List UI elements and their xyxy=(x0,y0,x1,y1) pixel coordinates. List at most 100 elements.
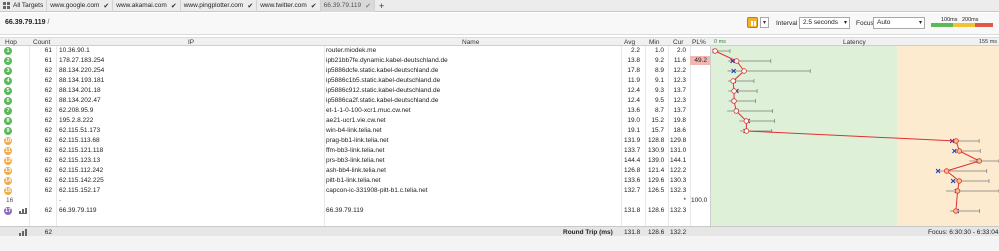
table-row[interactable]: 11 62 62.115.121.118 ffm-bb3-link.telia.net… xyxy=(0,146,710,155)
hop-ip: 62.208.95.9 xyxy=(59,107,94,114)
hop-name: ae21-ucr1.vie.cw.net xyxy=(326,117,386,124)
table-row[interactable]: 12 62 62.115.123.13 prs-bb3-link.telia.net 1… xyxy=(0,156,710,165)
col-hop[interactable]: Hop xyxy=(5,39,17,46)
legend-red-bar xyxy=(975,23,993,27)
hop-count: 62 xyxy=(44,77,52,84)
hop-cur: 11.6 xyxy=(673,57,686,64)
col-count[interactable]: Count xyxy=(33,39,50,46)
hop-count: 62 xyxy=(44,167,52,174)
check-icon[interactable]: ✔ xyxy=(365,2,371,10)
hop-name: ash-bb4-link.telia.net xyxy=(326,167,386,174)
col-avg[interactable]: Avg xyxy=(624,39,635,46)
table-row[interactable]: 4 62 88.134.193.181 ip5886c1b5.static.kabel… xyxy=(0,76,710,85)
table-row[interactable]: 17 62 66.39.79.119 66.39.79.119 131.8 128.6 13… xyxy=(0,206,710,215)
col-latency[interactable]: Latency xyxy=(843,39,866,46)
hop-avg: 126.8 xyxy=(624,167,641,174)
hop-number-badge: 14 xyxy=(4,177,12,185)
hop-number-badge: 2 xyxy=(4,57,12,65)
hop-name: capcon-ic-331908-pitt-b1.c.telia.net xyxy=(326,187,428,194)
tab-label: All Targets xyxy=(13,2,44,9)
table-row[interactable]: 3 62 88.134.220.254 ip5886dcfe.static.kabel… xyxy=(0,66,710,75)
table-row[interactable]: 9 62 62.115.51.173 win-b4-link.telia.net 19.… xyxy=(0,126,710,135)
focus-select[interactable]: Auto ▾ xyxy=(873,17,925,29)
hop-count: 62 xyxy=(44,187,52,194)
hop-min: 15.2 xyxy=(651,117,664,124)
toolbar: 66.39.79.119 / ▾ Interval 2.5 seconds ▾ F… xyxy=(0,13,999,35)
tab-target[interactable]: www.google.com ✔ xyxy=(47,0,114,12)
hop-cur: 130.3 xyxy=(670,177,687,184)
hop-count: 62 xyxy=(44,177,52,184)
hop-avg: 131.9 xyxy=(624,137,641,144)
interval-select[interactable]: 2.5 seconds ▾ xyxy=(799,17,850,29)
hop-count: 61 xyxy=(44,57,52,64)
hop-ip: - xyxy=(59,197,62,204)
table-row[interactable]: 1 61 10.36.90.1 router.miodek.me 2.2 1.0 2.0 xyxy=(0,46,710,55)
hop-name: router.miodek.me xyxy=(326,47,377,54)
tab-target[interactable]: www.akamai.com ✔ xyxy=(113,0,181,12)
hop-number-badge: 6 xyxy=(4,97,12,105)
tab-target[interactable]: www.twitter.com ✔ xyxy=(257,0,321,12)
tab-target-active[interactable]: 66.39.79.119 ✔ xyxy=(320,0,376,12)
interval-label: Interval xyxy=(776,20,798,27)
hop-min: 15.7 xyxy=(651,127,664,134)
hop-number: 16 xyxy=(6,197,14,204)
table-row[interactable]: 2 61 178.27.183.254 ipb21bb7fe.dynamic.kabe… xyxy=(0,56,710,65)
column-header-row: Hop Count IP Name Avg Min Cur PL% 0 ms L… xyxy=(0,37,999,46)
hop-ip: 62.115.121.118 xyxy=(59,147,104,154)
hop-cur: 12.2 xyxy=(673,67,686,74)
chevron-down-icon: ▾ xyxy=(843,20,847,26)
hop-name: prag-bb1-link.telia.net xyxy=(326,137,389,144)
hop-avg: 133.6 xyxy=(624,177,641,184)
hop-avg: 132.7 xyxy=(624,187,641,194)
hop-name: ip5886ca2f.static.kabel-deutschland.de xyxy=(326,97,439,104)
check-icon[interactable]: ✔ xyxy=(103,2,109,10)
round-trip-label: Round Trip (ms) xyxy=(563,229,613,236)
hop-min: 9.1 xyxy=(654,77,664,84)
hop-name: ipb21bb7fe.dynamic.kabel-deutschland.de xyxy=(326,57,448,64)
table-row[interactable]: 5 62 88.134.201.18 ip5886c912.static.kabel-… xyxy=(0,86,710,95)
hop-cur: 131.0 xyxy=(670,147,687,154)
col-min[interactable]: Min xyxy=(649,39,659,46)
check-icon[interactable]: ✔ xyxy=(311,2,317,10)
col-name[interactable]: Name xyxy=(462,39,479,46)
table-row[interactable]: 15 62 62.115.152.17 capcon-ic-331908-pitt-b… xyxy=(0,186,710,195)
hop-number-badge: 15 xyxy=(4,187,12,195)
hop-count: 62 xyxy=(44,127,52,134)
add-tab-button[interactable]: + xyxy=(375,0,388,12)
hop-cur: 18.6 xyxy=(673,127,686,134)
col-ip[interactable]: IP xyxy=(188,39,194,46)
table-row[interactable]: 6 62 88.134.202.47 ip5886ca2f.static.kabel-… xyxy=(0,96,710,105)
hop-count: 62 xyxy=(44,137,52,144)
hop-name: prs-bb3-link.telia.net xyxy=(326,157,385,164)
tab-all-targets[interactable]: All Targets xyxy=(0,0,48,12)
grid-icon xyxy=(3,2,10,9)
tab-label: www.google.com xyxy=(50,2,100,9)
tab-target[interactable]: www.pingplotter.com ✔ xyxy=(181,0,258,12)
hop-number-badge: 12 xyxy=(4,157,12,165)
table-row[interactable]: 7 62 62.208.95.9 et-1-1-0-100-xcr1.muc.cw.n… xyxy=(0,106,710,115)
hop-cur: * xyxy=(683,197,686,204)
summary-cur: 132.2 xyxy=(670,229,687,236)
hop-number-badge: 5 xyxy=(4,87,12,95)
pause-button[interactable] xyxy=(747,17,758,28)
dropdown-menu-button[interactable]: ▾ xyxy=(760,17,769,28)
tab-label: 66.39.79.119 xyxy=(323,2,362,9)
summary-min: 128.6 xyxy=(648,229,665,236)
table-row[interactable]: 13 62 62.115.112.242 ash-bb4-link.telia.net… xyxy=(0,166,710,175)
hop-number-badge: 3 xyxy=(4,67,12,75)
summary-row: 62 Round Trip (ms) 131.8 128.6 132.2 Foc… xyxy=(0,226,999,236)
hop-name: ip5886dcfe.static.kabel-deutschland.de xyxy=(326,67,439,74)
table-row[interactable]: 14 62 62.115.142.225 pitt-b1-link.telia.net… xyxy=(0,176,710,185)
table-row[interactable]: 10 62 62.115.113.68 prag-bb1-link.telia.net… xyxy=(0,136,710,145)
col-cur[interactable]: Cur xyxy=(673,39,683,46)
col-pl[interactable]: PL% xyxy=(692,39,706,46)
check-icon[interactable]: ✔ xyxy=(171,2,177,10)
hop-cur: 13.7 xyxy=(673,107,686,114)
check-icon[interactable]: ✔ xyxy=(247,2,253,10)
summary-avg: 131.8 xyxy=(624,229,641,236)
bar-chart-icon xyxy=(19,208,27,214)
hop-min: 9.3 xyxy=(654,87,664,94)
table-row[interactable]: 16 - * 100.0 xyxy=(0,196,710,205)
hop-min: 129.6 xyxy=(648,177,665,184)
table-row[interactable]: 8 62 195.2.8.222 ae21-ucr1.vie.cw.net 19.0 15… xyxy=(0,116,710,125)
